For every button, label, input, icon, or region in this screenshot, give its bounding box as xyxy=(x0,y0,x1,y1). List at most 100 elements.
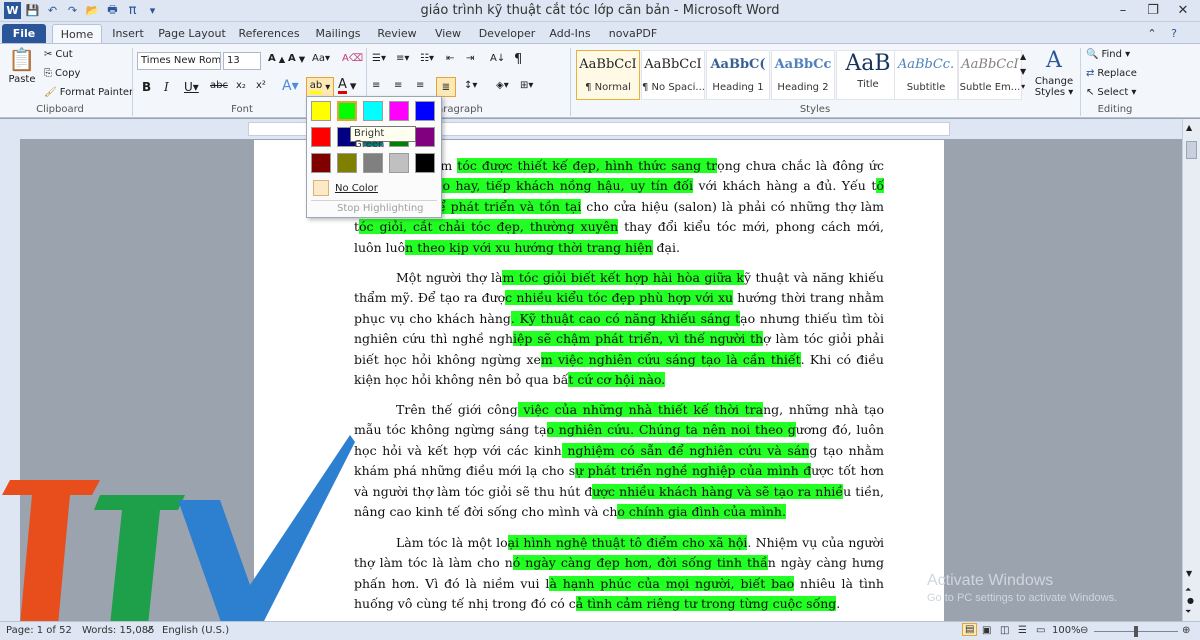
page-count[interactable]: Page: 1 of 52 xyxy=(6,625,72,636)
find-button[interactable]: 🔍 Find ▾ xyxy=(1086,49,1130,60)
subscript-button[interactable]: x₂ xyxy=(236,80,246,91)
zoom-out-icon[interactable]: ⊖ xyxy=(1080,625,1088,636)
style-subtitle[interactable]: AaBbCc. Subtitle xyxy=(894,50,958,100)
color-swatch[interactable] xyxy=(389,153,409,173)
stop-highlighting-option[interactable]: Stop Highlighting xyxy=(337,203,424,214)
line-spacing-icon[interactable]: ↕▾ xyxy=(464,80,477,91)
shading-icon[interactable]: ◈▾ xyxy=(496,80,509,91)
color-swatch[interactable] xyxy=(363,153,383,173)
multilevel-list-icon[interactable]: ☷▾ xyxy=(420,53,434,64)
style-title[interactable]: AaB Title xyxy=(836,50,900,100)
scroll-thumb[interactable] xyxy=(1186,141,1197,159)
color-swatch[interactable] xyxy=(415,153,435,173)
color-swatch[interactable] xyxy=(415,101,435,121)
decrease-indent-icon[interactable]: ⇤ xyxy=(446,53,454,64)
color-swatch[interactable] xyxy=(415,127,435,147)
tab-view[interactable]: View xyxy=(430,24,466,43)
word-count[interactable]: Words: 15,085 xyxy=(82,625,154,636)
grow-font-icon[interactable]: A ▲ xyxy=(268,53,285,64)
style-heading-2[interactable]: AaBbCc Heading 2 xyxy=(771,50,835,100)
select-button[interactable]: ↖ Select ▾ xyxy=(1086,87,1136,98)
tab-references[interactable]: References xyxy=(236,24,302,43)
bold-button[interactable]: B xyxy=(142,80,151,94)
font-size-combo[interactable]: 13 xyxy=(223,52,261,70)
color-swatch[interactable] xyxy=(389,101,409,121)
tab-home[interactable]: Home xyxy=(52,24,102,43)
highlighted-run: việc của những nhà thiết kế thời tra xyxy=(517,402,764,417)
highlighted-run: ó ngày càng đẹp hơn, đời sống tinh thầ xyxy=(512,555,768,571)
cut-button[interactable]: ✂ Cut xyxy=(44,49,73,60)
styles-gallery-more-icon[interactable]: ▲ ▼ ▾ xyxy=(1020,52,1026,91)
change-styles-button[interactable]: A Change Styles ▾ xyxy=(1034,48,1074,98)
increase-indent-icon[interactable]: ⇥ xyxy=(466,53,474,64)
no-color-option[interactable]: No Color xyxy=(311,179,437,197)
paste-button[interactable]: 📋 Paste xyxy=(6,48,38,85)
scroll-down-icon[interactable]: ▼ xyxy=(1186,569,1192,578)
minimize-ribbon-icon[interactable]: ⌃ xyxy=(1144,24,1160,43)
color-swatch[interactable] xyxy=(337,101,357,121)
borders-icon[interactable]: ⊞▾ xyxy=(520,80,533,91)
shrink-font-icon[interactable]: A ▼ xyxy=(288,53,305,64)
format-painter-button[interactable]: 🖌 Format Painter xyxy=(44,87,133,98)
paragraph-text: Làm tóc là một loại hình nghệ thuật tô đ… xyxy=(354,533,884,615)
style-normal[interactable]: AaBbCcI ¶ Normal xyxy=(576,50,640,100)
tab-review[interactable]: Review xyxy=(372,24,422,43)
proofing-icon[interactable]: ✓ xyxy=(146,625,154,636)
close-button[interactable]: ✕ xyxy=(1168,0,1198,20)
color-swatch[interactable] xyxy=(337,153,357,173)
color-swatch[interactable] xyxy=(311,101,331,121)
clear-formatting-icon[interactable]: A⌫ xyxy=(342,53,363,64)
next-page-icon[interactable]: ⏷ xyxy=(1185,607,1191,617)
zoom-slider-thumb[interactable] xyxy=(1134,626,1138,637)
style-heading-1[interactable]: AaBbC(Heading 1 xyxy=(706,50,770,100)
underline-button[interactable]: U▾ xyxy=(184,80,199,94)
style-no-spacing[interactable]: AaBbCcI ¶ No Spaci... xyxy=(641,50,705,100)
strikethrough-button[interactable]: abc xyxy=(210,80,228,91)
color-swatch[interactable] xyxy=(363,101,383,121)
font-name-combo[interactable]: Times New Rom xyxy=(137,52,221,70)
text-effects-icon[interactable]: A▾ xyxy=(282,78,299,94)
show-marks-icon[interactable]: ¶ xyxy=(514,52,522,67)
color-swatch[interactable] xyxy=(311,153,331,173)
prev-page-icon[interactable]: ⏶ xyxy=(1185,585,1191,595)
highlight-color-button[interactable]: ab ▾ xyxy=(306,77,334,97)
justify-icon[interactable]: ≣ xyxy=(436,77,456,97)
style-subtle-emphasis[interactable]: AaBbCcI Subtle Em... xyxy=(958,50,1022,100)
color-swatch[interactable] xyxy=(311,127,331,147)
tab-file[interactable]: File xyxy=(2,24,46,43)
maximize-button[interactable]: ❐ xyxy=(1138,0,1168,20)
font-color-button[interactable]: A ▾ xyxy=(338,78,356,94)
zoom-in-icon[interactable]: ⊕ xyxy=(1182,625,1190,636)
view-outline-icon[interactable]: ☰ xyxy=(1018,625,1027,636)
tab-add-ins[interactable]: Add-Ins xyxy=(546,24,594,43)
sort-icon[interactable]: A↓ xyxy=(490,53,505,64)
align-right-icon[interactable]: ≡ xyxy=(416,80,424,91)
help-icon[interactable]: ? xyxy=(1166,24,1182,43)
bullets-icon[interactable]: ☰▾ xyxy=(372,53,386,64)
numbering-icon[interactable]: ≡▾ xyxy=(396,53,409,64)
replace-button[interactable]: ⇄ Replace xyxy=(1086,68,1137,79)
language[interactable]: English (U.S.) xyxy=(162,625,229,636)
copy-button[interactable]: ⎘ Copy xyxy=(44,68,80,79)
view-draft-icon[interactable]: ▭ xyxy=(1036,625,1045,636)
tab-novapdf[interactable]: novaPDF xyxy=(604,24,662,43)
scroll-up-icon[interactable]: ▲ xyxy=(1186,123,1192,132)
text-run: . xyxy=(836,596,841,612)
align-center-icon[interactable]: ≡ xyxy=(394,80,402,91)
view-web-icon[interactable]: ◫ xyxy=(1000,625,1009,636)
zoom-level[interactable]: 100% xyxy=(1052,625,1081,636)
superscript-button[interactable]: x² xyxy=(256,80,266,91)
highlighted-run: c nhiều kiểu tóc đẹp phù hợp với xu xyxy=(505,290,734,306)
align-left-icon[interactable]: ≡ xyxy=(372,80,380,91)
view-fullscreen-icon[interactable]: ▣ xyxy=(982,625,991,636)
browse-object-icon[interactable]: ● xyxy=(1187,596,1194,605)
change-case-icon[interactable]: Aa▾ xyxy=(312,53,330,64)
tab-page-layout[interactable]: Page Layout xyxy=(156,24,228,43)
minimize-button[interactable]: – xyxy=(1108,0,1138,20)
vertical-scrollbar[interactable]: ▲ ▼ ⏶ ● ⏷ xyxy=(1182,119,1200,621)
tab-developer[interactable]: Developer xyxy=(476,24,538,43)
tab-mailings[interactable]: Mailings xyxy=(310,24,366,43)
view-print-layout-icon[interactable]: ▤ xyxy=(962,623,978,636)
tab-insert[interactable]: Insert xyxy=(108,24,148,43)
italic-button[interactable]: I xyxy=(164,80,169,94)
